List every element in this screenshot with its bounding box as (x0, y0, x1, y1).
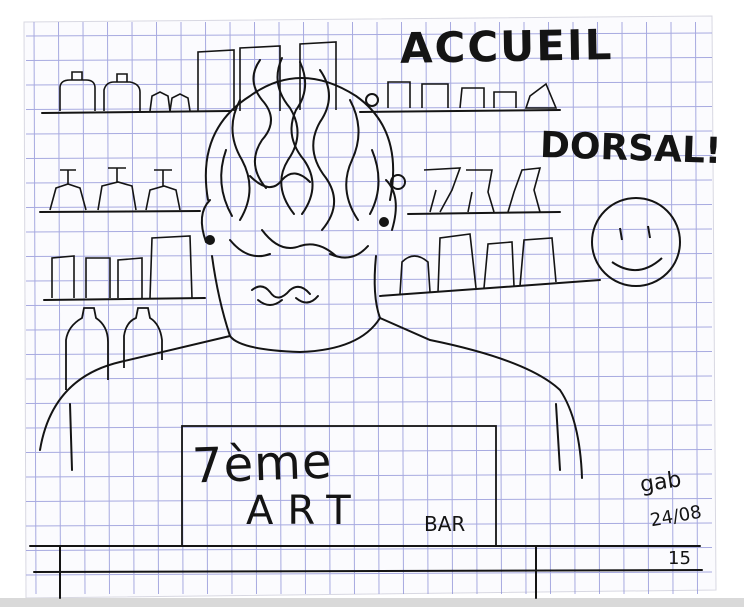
shirt-bar-word: BAR (424, 512, 466, 536)
shirt-text-line2: ART (246, 488, 365, 534)
dorsal-exclamation: DORSAL! (539, 124, 723, 173)
bottom-edge-shadow (0, 598, 744, 607)
drawing-canvas (0, 15, 744, 607)
accueil-heading: ACCUEIL (399, 20, 614, 73)
shirt-text-line1: 7ème (191, 433, 334, 495)
paper-sheet (23, 15, 717, 599)
signature-year: 15 (668, 548, 691, 569)
